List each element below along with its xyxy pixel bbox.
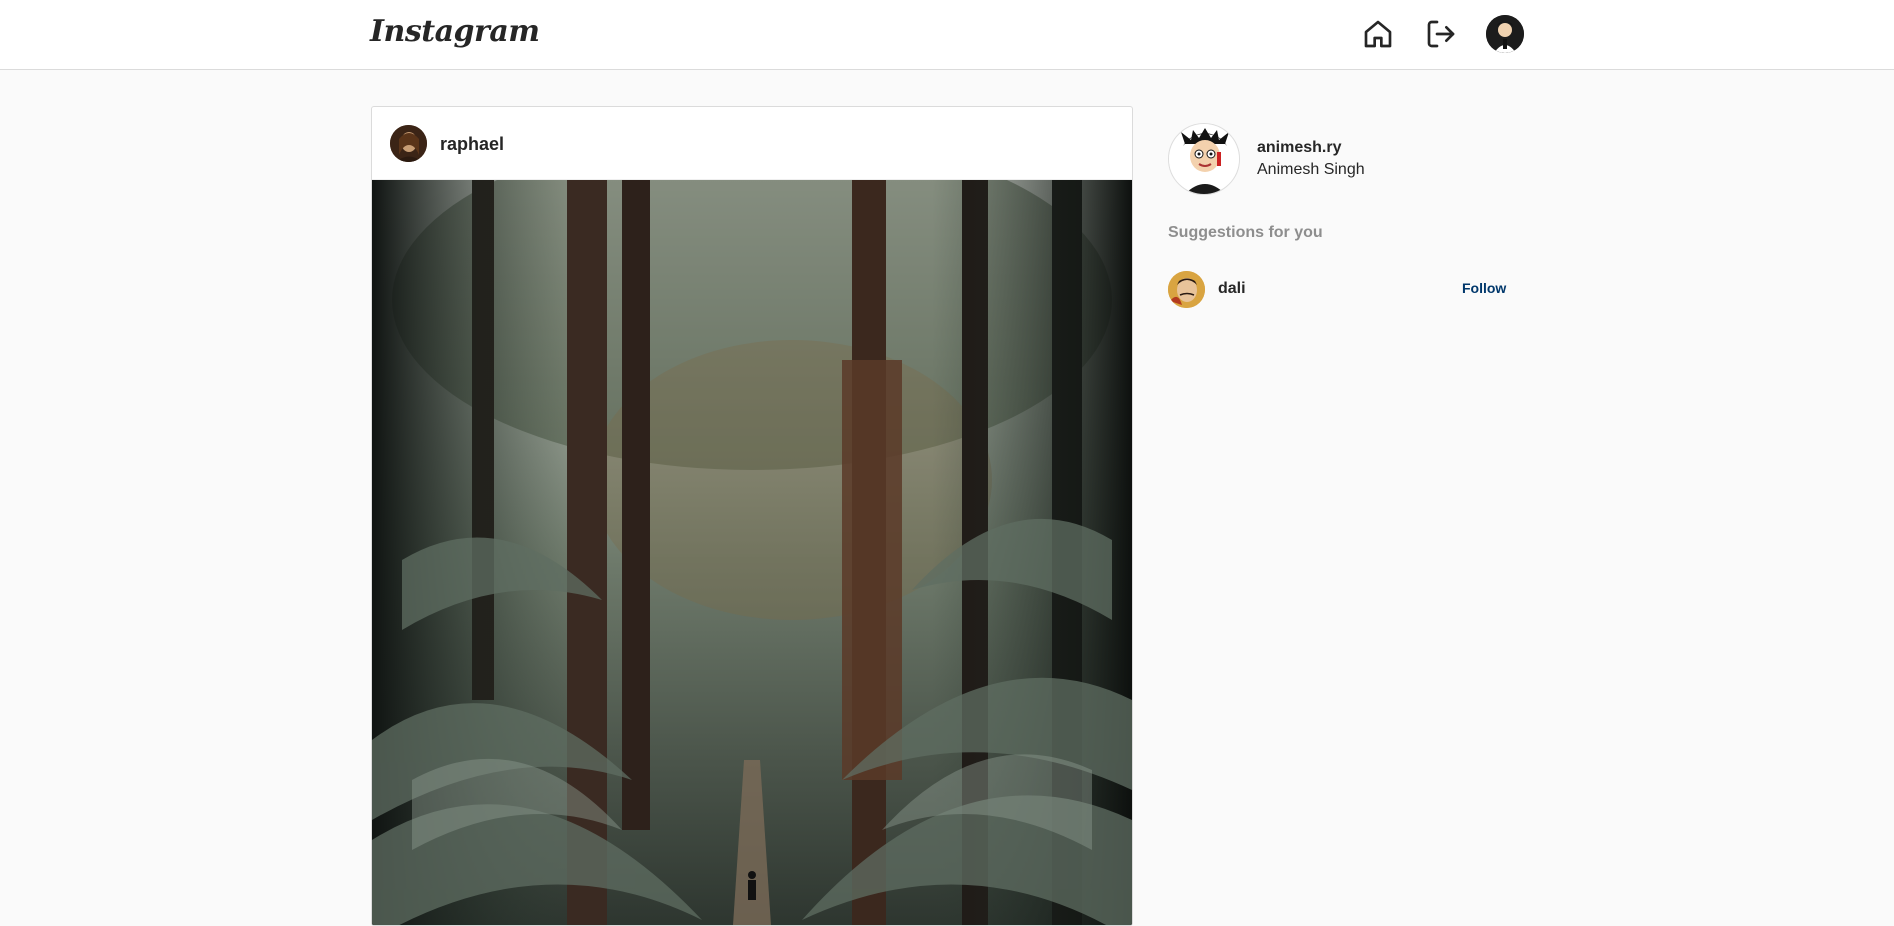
profile-full-name: Animesh Singh (1257, 161, 1365, 178)
post-header: raphael (372, 107, 1132, 180)
instagram-logo[interactable]: Instagram (370, 14, 540, 49)
suggestions-title: Suggestions for you (1168, 224, 1323, 241)
suggestion-username[interactable]: dali (1218, 280, 1246, 298)
logout-icon[interactable] (1423, 16, 1459, 52)
post-author-avatar[interactable] (390, 125, 427, 162)
profile-username[interactable]: animesh.ry (1257, 139, 1341, 157)
follow-button[interactable]: Follow (1462, 280, 1506, 296)
suggestion-avatar[interactable] (1168, 271, 1205, 308)
home-icon[interactable] (1360, 16, 1396, 52)
profile-avatar[interactable] (1168, 123, 1240, 195)
post-card: raphael (371, 106, 1133, 926)
post-image[interactable] (372, 180, 1132, 925)
top-navbar: Instagram (0, 0, 1894, 70)
user-avatar[interactable] (1486, 15, 1524, 53)
post-author-username[interactable]: raphael (440, 134, 504, 155)
